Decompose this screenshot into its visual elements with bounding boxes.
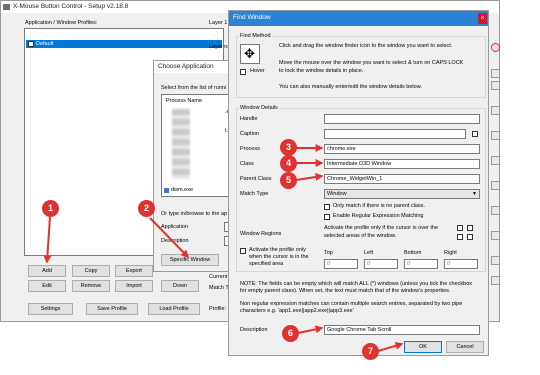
callout-2: 2 <box>138 200 155 217</box>
arrow-2 <box>149 217 190 259</box>
arrow-6 <box>297 325 324 334</box>
callout-4: 4 <box>280 155 297 172</box>
callout-3: 3 <box>280 139 297 156</box>
arrow-5 <box>295 173 324 181</box>
arrow-1 <box>43 216 52 264</box>
callout-6: 6 <box>282 325 299 342</box>
annotation-arrows <box>43 144 404 352</box>
callout-5: 5 <box>280 172 297 189</box>
callout-7: 7 <box>362 343 379 360</box>
arrow-7 <box>377 341 404 352</box>
callout-1: 1 <box>42 200 59 217</box>
